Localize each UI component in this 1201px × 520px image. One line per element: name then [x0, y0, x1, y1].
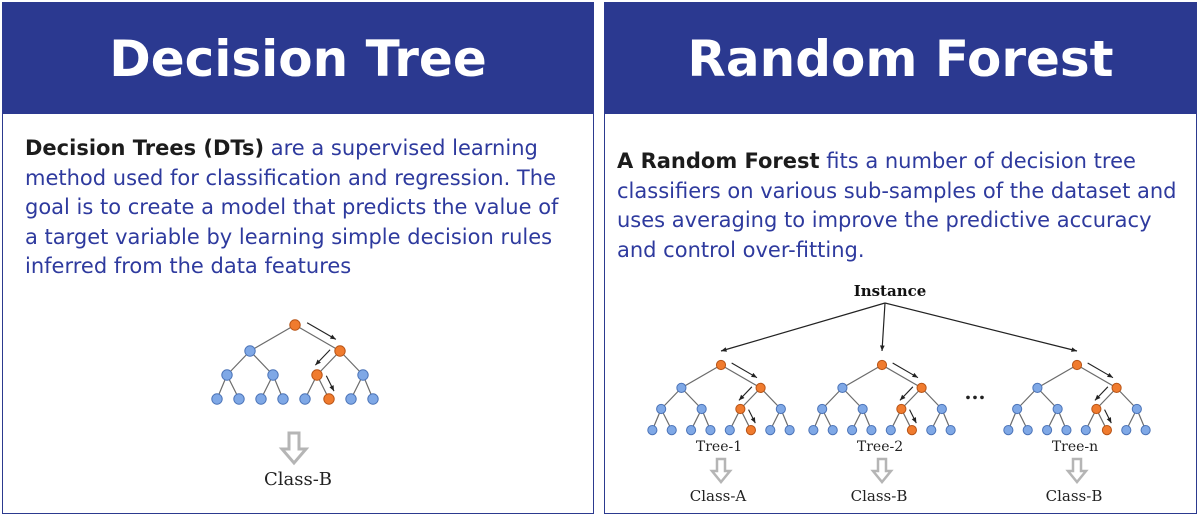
random-forest-description: A Random Forest fits a number of decisio… [617, 147, 1177, 265]
forest-tree-1-node [765, 425, 776, 436]
instance-arrows [720, 302, 1078, 352]
forest-tree-3-node [1140, 425, 1151, 436]
forest-tree-2-path-arrows [892, 362, 919, 424]
decision-tree-node-active [334, 345, 346, 357]
random-forest-header: Random Forest [605, 3, 1196, 114]
forest-tree-2-edge [842, 364, 883, 389]
forest-tree-3-path-arrows [1087, 362, 1114, 424]
forest-tree-1-node [686, 425, 697, 436]
instance-label: Instance [854, 282, 927, 300]
forest-tree-2-node [847, 425, 858, 436]
decision-tree-node [299, 393, 311, 405]
forest-tree-2-node [936, 403, 947, 415]
forest-tree-3-node [1022, 425, 1033, 436]
forest-tree-1-tree [647, 359, 795, 436]
random-forest-description-bold: A Random Forest [617, 149, 820, 173]
decision-tree-tree [211, 319, 379, 405]
forest-tree-output: Class-B [1046, 487, 1103, 505]
forest-tree-3-node [1061, 425, 1072, 436]
forest-tree-output: Class-B [851, 487, 908, 505]
forest-tree-2-node-active [916, 382, 927, 393]
forest-tree-3-node [1003, 425, 1014, 436]
forest-tree-2-node [857, 403, 868, 415]
decision-tree-path-arrows [306, 322, 337, 392]
forest-tree-3-node [1121, 425, 1132, 436]
forest-tree-2-node-active [876, 359, 888, 371]
decision-tree-header: Decision Tree [3, 3, 593, 114]
decision-tree-node [277, 393, 289, 405]
forest-tree-3-node [1052, 403, 1063, 415]
forest-tree-2-node [817, 403, 828, 415]
decision-tree-node [357, 369, 369, 381]
decision-tree-node [221, 369, 233, 381]
random-forest-diagram: Instance Tree-1 Class-A Tree-2 Class-B Tree-… [647, 282, 1151, 505]
forest-tree-1-edge [681, 364, 722, 389]
decision-tree-node [345, 393, 357, 405]
forest-tree-3-node-active [1071, 359, 1083, 371]
random-forest-panel: Random Forest A Random Forest fits a num… [604, 2, 1197, 514]
forest-tree-1-node [784, 425, 795, 436]
decision-tree-node-active [323, 393, 335, 405]
forest-tree-2-node-active [896, 403, 907, 415]
forest-tree-label: Tree-2 [857, 439, 903, 455]
forest-tree-2-node [945, 425, 956, 436]
forest-tree-2-node [885, 425, 896, 436]
forest-tree-3-edge [1037, 364, 1078, 389]
forest-tree-3-tree [1003, 359, 1151, 436]
forest-tree-1-node-active [715, 359, 727, 371]
forest-tree-3-node [1042, 425, 1053, 436]
forest-tree-1-node [656, 403, 667, 415]
decision-tree-title: Decision Tree [109, 29, 487, 88]
forest-tree-label: Tree-n [1052, 439, 1098, 455]
forest-tree-2-node [866, 425, 877, 436]
forest-tree-3-node [1080, 425, 1091, 436]
down-arrow-icon [1065, 457, 1089, 484]
forest-tree-3-node-active [1111, 382, 1122, 393]
forest-tree-1-node [676, 382, 687, 393]
forest-tree-3-node-active [1091, 403, 1102, 415]
random-forest-title: Random Forest [687, 29, 1114, 88]
decision-tree-node [244, 345, 256, 357]
forest-tree-2-node [926, 425, 937, 436]
decision-tree-node [267, 369, 279, 381]
forest-tree-1-node [647, 425, 658, 436]
forest-tree-2-node [808, 425, 819, 436]
forest-tree-output: Class-A [690, 487, 747, 505]
forest-tree-1-node-active [735, 403, 746, 415]
forest-tree-2-tree [808, 359, 956, 436]
forest-tree-1-node [705, 425, 716, 436]
forest-tree-1-node-active [745, 425, 756, 436]
forest-tree-1-node [724, 425, 735, 436]
down-arrow-icon [278, 431, 310, 466]
forest-tree-1-node [666, 425, 677, 436]
decision-tree-panel: Decision Tree Decision Trees (DTs) are a… [2, 2, 594, 514]
forest-tree-label: Tree-1 [696, 439, 742, 455]
forest-tree-1-node [696, 403, 707, 415]
forest-tree-2-node-active [906, 425, 917, 436]
down-arrow-icon [870, 457, 894, 484]
decision-tree-edge [249, 324, 296, 352]
forest-tree-3-node [1012, 403, 1023, 415]
decision-tree-node [211, 393, 223, 405]
decision-tree-output-label: Class-B [264, 469, 332, 490]
decision-tree-node-active [289, 319, 301, 331]
forest-tree-3-node [1131, 403, 1142, 415]
forest-tree-3-node-active [1101, 425, 1112, 436]
forest-tree-2-node [827, 425, 838, 436]
decision-tree-node [367, 393, 379, 405]
forest-tree-2-node [837, 382, 848, 393]
decision-tree-node [255, 393, 267, 405]
decision-tree-description: Decision Trees (DTs) are a supervised le… [25, 134, 565, 282]
forest-tree-3-node [1032, 382, 1043, 393]
forest-tree-1-node-active [755, 382, 766, 393]
decision-tree-description-bold: Decision Trees (DTs) [25, 136, 265, 160]
forest-tree-1-node [775, 403, 786, 415]
decision-tree-node [233, 393, 245, 405]
down-arrow-icon [709, 457, 733, 484]
forest-tree-1-path-arrows [731, 362, 758, 424]
decision-tree-diagram: Class-B [211, 319, 379, 490]
forest-ellipsis: ... [965, 380, 986, 404]
decision-tree-node-active [311, 369, 323, 381]
